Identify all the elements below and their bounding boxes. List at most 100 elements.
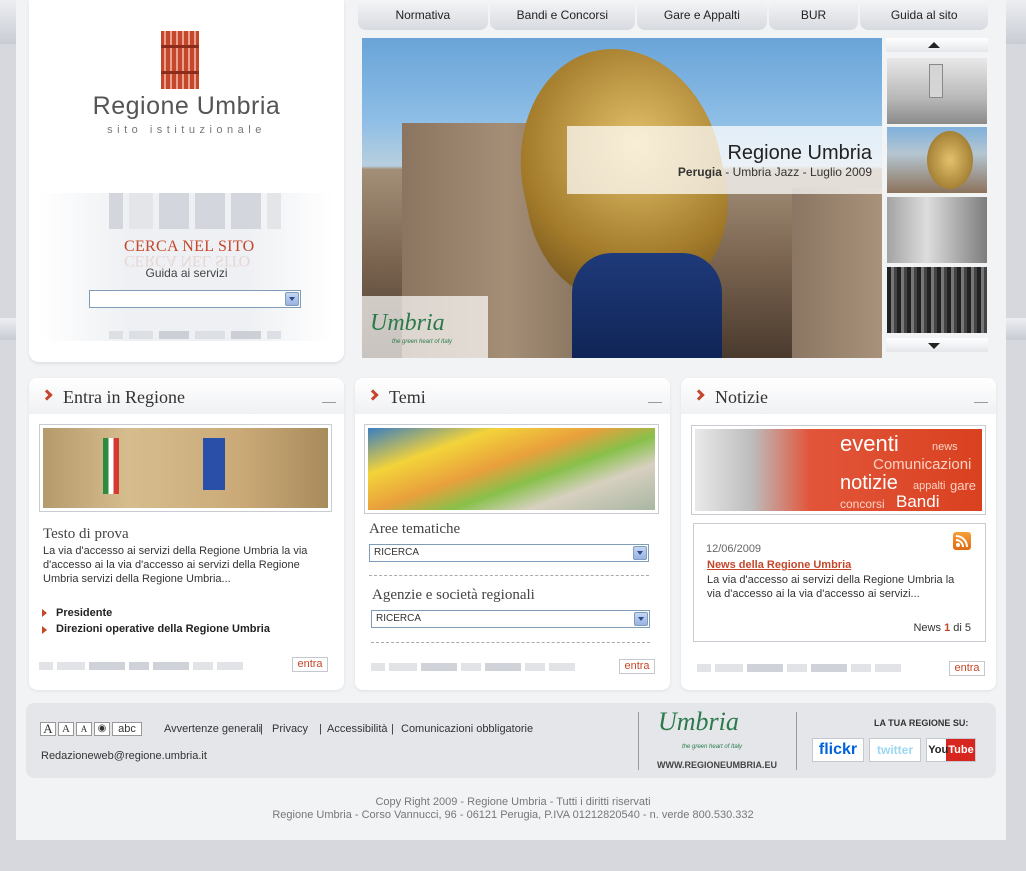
eye-icon[interactable]: ◉ xyxy=(94,722,110,736)
thumbnail-4[interactable] xyxy=(887,267,987,333)
decorative-pixel-bar xyxy=(39,662,243,670)
regione-text: La via d'accesso ai servizi della Region… xyxy=(43,545,308,585)
news-pager-total[interactable]: 5 xyxy=(965,622,971,634)
regione-umbria-logo-icon[interactable] xyxy=(161,31,199,89)
footer: A A A ◉ abc Avvertenze generali | Privac… xyxy=(26,703,996,778)
footer-umbria-logo[interactable]: Umbria xyxy=(658,707,739,737)
dropdown-arrow-icon[interactable] xyxy=(633,546,647,560)
search-guide-label: Guida ai servizi xyxy=(145,266,228,280)
font-size-tools: A A A ◉ abc xyxy=(40,722,142,736)
thumbnails-scroll-down-button[interactable] xyxy=(886,338,988,352)
nav-bandi-concorsi[interactable]: Bandi e Concorsi xyxy=(489,0,636,30)
youtube-tube: Tube xyxy=(948,744,974,756)
chevron-right-icon xyxy=(41,389,53,401)
banner-word: Bandi xyxy=(896,492,940,511)
eu-flag-image xyxy=(203,438,225,490)
dropdown-arrow-icon[interactable] xyxy=(634,612,648,626)
banner-word: Comunicazioni xyxy=(873,456,972,473)
dropdown-arrow-icon[interactable] xyxy=(285,292,299,306)
panel-title: Notizie xyxy=(715,387,768,407)
panel-header: Notizie xyxy=(681,378,996,414)
notizie-banner[interactable]: eventi news Comunicazioni notizie appalt… xyxy=(695,429,982,511)
thumbnail-2[interactable] xyxy=(887,127,987,193)
guide-services-select[interactable] xyxy=(89,290,301,308)
link-privacy[interactable]: Privacy xyxy=(272,723,308,735)
banner-word: eventi xyxy=(840,431,899,456)
hero-caption-place: Perugia xyxy=(677,165,722,179)
panel-temi: Temi Aree tematiche RICERCA Agenzie e so… xyxy=(355,378,670,690)
thumbnails-scroll-up-button[interactable] xyxy=(886,38,988,52)
nav-guida-al-sito[interactable]: Guida al sito xyxy=(860,0,988,30)
footer-divider xyxy=(638,712,639,770)
font-medium-button[interactable]: A xyxy=(58,722,74,736)
divider xyxy=(371,642,650,643)
footer-email-link[interactable]: Redazioneweb@regione.umbria.it xyxy=(41,750,207,762)
copyright: Copy Right 2009 - Regione Umbria - Tutti… xyxy=(0,796,1026,822)
news-text: La via d'accesso ai servizi della Region… xyxy=(707,574,955,600)
notizie-entra-button[interactable]: entra xyxy=(949,661,985,676)
regione-heading: Testo di prova xyxy=(43,526,129,542)
nav-gare-appalti[interactable]: Gare e Appalti xyxy=(637,0,767,30)
link-direzioni-operative[interactable]: Direzioni operative della Regione Umbria xyxy=(56,623,270,635)
hero-thumbnails xyxy=(886,38,988,358)
rss-icon[interactable] xyxy=(953,532,971,550)
link-avvertenze-generali[interactable]: Avvertenze generali xyxy=(164,723,261,735)
text-only-button[interactable]: abc xyxy=(112,722,142,736)
hero-caption-event: Umbria Jazz xyxy=(732,165,800,179)
footer-umbria-url[interactable]: WWW.REGIONEUMBRIA.EU xyxy=(657,760,777,770)
hero-building-right-image xyxy=(792,188,882,358)
temi-photo-frame xyxy=(364,424,659,514)
panel-notizie: Notizie eventi news Comunicazioni notizi… xyxy=(681,378,996,690)
collapse-icon[interactable] xyxy=(974,402,988,403)
aree-tematiche-select[interactable]: RICERCA xyxy=(369,544,649,562)
agenzie-select[interactable]: RICERCA xyxy=(371,610,650,628)
twitter-button[interactable]: twitter xyxy=(869,738,921,762)
panel-header: Temi xyxy=(355,378,670,414)
thumbnail-horn-image xyxy=(927,131,973,189)
logo-title[interactable]: Regione Umbria xyxy=(29,92,344,121)
regione-entra-button[interactable]: entra xyxy=(292,657,328,672)
hero-caption-separator-1: - xyxy=(721,165,733,179)
flickr-button[interactable]: flickr xyxy=(812,738,864,762)
news-box: 12/06/2009 News della Regione Umbria La … xyxy=(693,523,986,642)
hero-banner[interactable]: Regione Umbria Perugia - Umbria Jazz - L… xyxy=(362,38,882,358)
notizie-banner-frame: eventi news Comunicazioni notizie appalt… xyxy=(691,425,986,515)
thumbnail-3[interactable] xyxy=(887,197,987,263)
hero-caption-date: Luglio 2009 xyxy=(809,165,872,179)
social-title: LA TUA REGIONE SU: xyxy=(874,718,969,728)
banner-word: concorsi xyxy=(840,497,885,511)
hero-umbria-logo: Umbria xyxy=(370,310,445,336)
hero-player-image xyxy=(572,253,722,358)
regione-photo-frame xyxy=(39,424,332,512)
font-small-button[interactable]: A xyxy=(76,722,92,736)
font-large-button[interactable]: A xyxy=(40,722,56,736)
arrow-down-icon xyxy=(928,343,940,349)
link-presidente[interactable]: Presidente xyxy=(56,607,112,619)
collapse-icon[interactable] xyxy=(322,402,336,403)
decorative-pixel-bar xyxy=(371,663,575,671)
italian-flag-image xyxy=(103,438,119,494)
search-area: CERCA NEL SITO CERCA NEL SITO Guida ai s… xyxy=(39,193,334,341)
temi-entra-button[interactable]: entra xyxy=(619,659,655,674)
chevron-right-icon xyxy=(367,389,379,401)
aree-tematiche-select-value: RICERCA xyxy=(374,547,420,558)
link-comunicazioni-obbligatorie[interactable]: Comunicazioni obbligatorie xyxy=(401,723,533,735)
decorative-pixel-bar xyxy=(697,664,901,672)
banner-word: gare xyxy=(950,478,977,493)
nav-bur[interactable]: BUR xyxy=(768,0,859,30)
agenzie-label: Agenzie e società regionali xyxy=(372,587,535,603)
news-title-link[interactable]: News della Regione Umbria xyxy=(707,559,851,571)
thumbnail-tower-image xyxy=(929,64,943,98)
link-accessibilita[interactable]: Accessibilità xyxy=(327,723,388,735)
news-pager-of: di xyxy=(953,622,962,634)
thumbnail-1[interactable] xyxy=(887,58,987,124)
banner-word: notizie xyxy=(840,472,898,494)
footer-separator: | xyxy=(391,723,394,735)
collapse-icon[interactable] xyxy=(648,402,662,403)
news-pager-current[interactable]: 1 xyxy=(944,622,950,634)
temi-umbrella-photo xyxy=(368,428,655,510)
footer-umbria-tagline: the green heart of Italy xyxy=(682,744,743,750)
rss-glyph-icon xyxy=(955,535,968,548)
youtube-button[interactable]: YouTube xyxy=(926,738,976,762)
nav-normativa[interactable]: Normativa xyxy=(358,0,488,30)
